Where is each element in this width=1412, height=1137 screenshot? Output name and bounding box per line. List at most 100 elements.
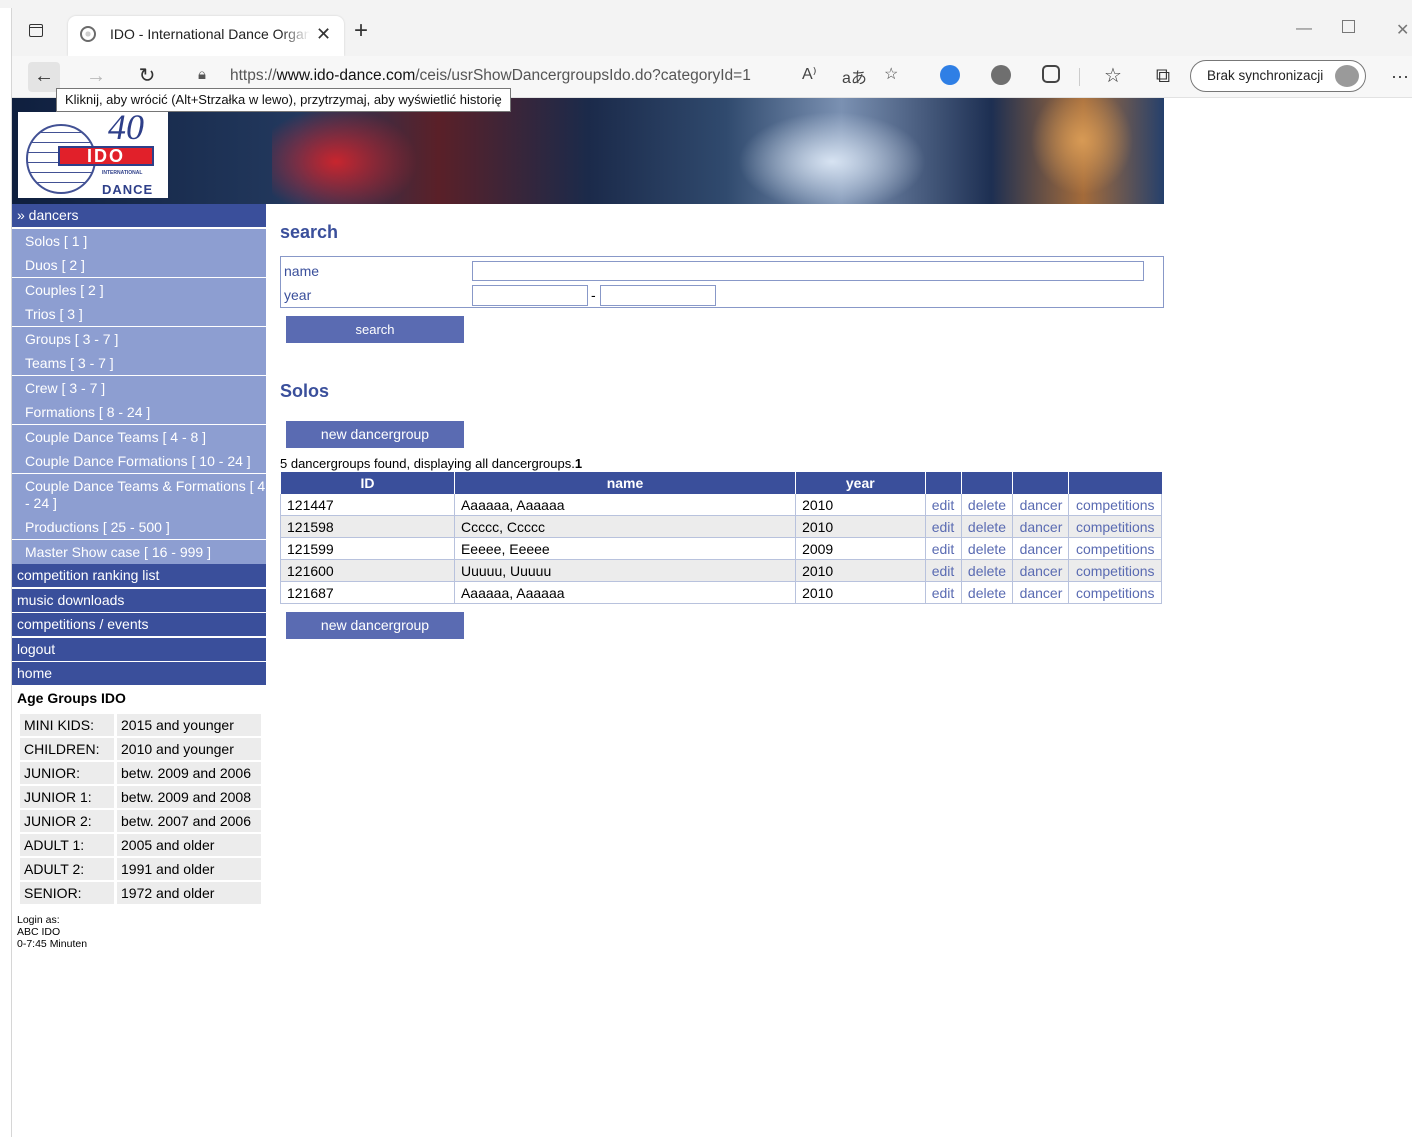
nav-competitions-events[interactable]: competitions / events: [12, 613, 266, 636]
nav-sub-teams[interactable]: Teams [ 3 - 7 ]: [12, 351, 266, 375]
maximize-icon[interactable]: [1342, 20, 1355, 38]
nav-sub-trios[interactable]: Trios [ 3 ]: [12, 302, 266, 326]
name-label: name: [284, 263, 320, 279]
avatar-icon: [1335, 65, 1359, 87]
name-input[interactable]: [472, 261, 1144, 281]
session-time: 0-7:45 Minuten: [17, 937, 88, 950]
column-header-year[interactable]: year: [795, 472, 926, 494]
year-from-input[interactable]: [472, 285, 588, 306]
table-row: 121447 Aaaaaa, Aaaaaa 2010 edit delete d…: [280, 494, 1162, 516]
competitions-link[interactable]: competitions: [1068, 494, 1162, 516]
extensions-puzzle-icon[interactable]: [1042, 65, 1060, 83]
extension-icon[interactable]: [991, 65, 1011, 85]
nav-sub-couple-dance-teams[interactable]: Couple Dance Teams [ 4 - 8 ]: [12, 424, 266, 449]
year-to-input[interactable]: [600, 285, 716, 306]
edit-link[interactable]: edit: [924, 537, 962, 560]
dancer-link[interactable]: dancer: [1012, 537, 1070, 560]
age-group-range: betw. 2009 and 2008: [117, 785, 261, 808]
nav-sub-couple-dance-teams-formations[interactable]: Couple Dance Teams & Formations [ 4 - 24…: [12, 473, 266, 515]
delete-link[interactable]: delete: [960, 494, 1014, 516]
url-text[interactable]: https://www.ido-dance.com/ceis/usrShowDa…: [230, 67, 751, 85]
age-group-range: 2015 and younger: [117, 713, 261, 736]
nav-sub-productions[interactable]: Productions [ 25 - 500 ]: [12, 515, 266, 539]
competitions-link[interactable]: competitions: [1068, 559, 1162, 582]
header-banner: 40 IDO INTERNATIONAL DANCE: [12, 98, 1164, 204]
collections-icon[interactable]: ⧉: [1147, 62, 1179, 92]
competitions-link[interactable]: competitions: [1068, 515, 1162, 538]
dancer-link[interactable]: dancer: [1012, 581, 1070, 604]
age-group-name: JUNIOR:: [20, 761, 114, 784]
search-title: search: [280, 222, 339, 242]
login-user: ABC IDO: [17, 925, 61, 938]
nav-logout[interactable]: logout: [12, 637, 266, 661]
column-header-competitions: [1068, 472, 1162, 494]
dancer-link[interactable]: dancer: [1012, 515, 1070, 538]
age-group-range: 2010 and younger: [117, 737, 261, 760]
dancer-link[interactable]: dancer: [1012, 559, 1070, 582]
nav-sub-master-show-case[interactable]: Master Show case [ 16 - 999 ]: [12, 539, 266, 564]
back-tooltip: Kliknij, aby wrócić (Alt+Strzałka w lewo…: [56, 88, 511, 112]
age-group-row: JUNIOR: betw. 2009 and 2006: [20, 761, 261, 784]
competitions-link[interactable]: competitions: [1068, 581, 1162, 604]
nav-sub-crew[interactable]: Crew [ 3 - 7 ]: [12, 375, 266, 400]
new-dancergroup-button[interactable]: new dancergroup: [286, 612, 464, 639]
login-info: Login as: ABC IDO 0-7:45 Minuten: [12, 906, 266, 950]
nav-sub-couples[interactable]: Couples [ 2 ]: [12, 277, 266, 302]
competitions-link[interactable]: competitions: [1068, 537, 1162, 560]
search-button[interactable]: search: [286, 316, 464, 343]
read-aloud-icon[interactable]: A⁾: [802, 64, 817, 84]
column-header-name[interactable]: name: [453, 472, 796, 494]
nav-sub-duos[interactable]: Duos [ 2 ]: [12, 253, 266, 277]
page-number[interactable]: 1: [575, 456, 582, 471]
tab-close-icon[interactable]: ✕: [316, 24, 331, 45]
age-group-name: ADULT 2:: [20, 857, 114, 880]
edit-link[interactable]: edit: [924, 494, 962, 516]
delete-link[interactable]: delete: [960, 559, 1014, 582]
column-header-dancer: [1012, 472, 1069, 494]
more-menu-icon[interactable]: ···: [1384, 62, 1412, 92]
edit-link[interactable]: edit: [924, 515, 962, 538]
row-year: 2010: [795, 559, 926, 582]
lock-icon[interactable]: 🔒︎: [198, 66, 206, 83]
delete-link[interactable]: delete: [960, 581, 1014, 604]
new-dancergroup-button[interactable]: new dancergroup: [286, 421, 464, 448]
nav-home[interactable]: home: [12, 662, 266, 685]
translate-icon[interactable]: aあ: [842, 64, 867, 88]
tab-actions-icon[interactable]: [26, 20, 48, 42]
age-groups-table: MINI KIDS: 2015 and younger CHILDREN: 2010…: [17, 712, 264, 906]
age-group-name: SENIOR:: [20, 881, 114, 904]
section-title: Solos: [280, 381, 330, 401]
dancer-link[interactable]: dancer: [1012, 494, 1070, 516]
new-tab-button[interactable]: +: [354, 19, 368, 43]
row-year: 2010: [795, 515, 926, 538]
nav-sub-formations[interactable]: Formations [ 8 - 24 ]: [12, 400, 266, 424]
site-favicon-icon: [80, 26, 96, 42]
nav-sub-couple-dance-formations[interactable]: Couple Dance Formations [ 10 - 24 ]: [12, 449, 266, 473]
delete-link[interactable]: delete: [960, 515, 1014, 538]
nav-dancers[interactable]: » dancers: [12, 204, 266, 227]
age-group-row: MINI KIDS: 2015 and younger: [20, 713, 261, 736]
delete-link[interactable]: delete: [960, 537, 1014, 560]
table-row: 121687 Aaaaaa, Aaaaaa 2010 edit delete d…: [280, 581, 1162, 604]
banner-dancer-image: [272, 98, 432, 204]
ido-logo[interactable]: 40 IDO INTERNATIONAL DANCE: [18, 107, 168, 198]
row-year: 2010: [795, 581, 926, 604]
edit-link[interactable]: edit: [924, 559, 962, 582]
window-close-icon[interactable]: ✕: [1396, 20, 1409, 40]
minimize-icon[interactable]: —: [1296, 20, 1312, 38]
edit-link[interactable]: edit: [924, 581, 962, 604]
column-header-id[interactable]: ID: [280, 472, 455, 494]
profile-sync-button[interactable]: Brak synchronizacji: [1190, 60, 1366, 92]
add-favorite-icon[interactable]: ☆: [884, 64, 898, 84]
nav-music-downloads[interactable]: music downloads: [12, 588, 266, 612]
extension-icon[interactable]: [940, 65, 960, 85]
age-group-range: 1972 and older: [117, 881, 261, 904]
age-group-range: betw. 2009 and 2006: [117, 761, 261, 784]
favorites-icon[interactable]: ☆: [1097, 62, 1129, 92]
age-group-row: ADULT 1: 2005 and older: [20, 833, 261, 856]
nav-competition-ranking-list[interactable]: competition ranking list: [12, 564, 266, 587]
browser-tab[interactable]: IDO - International Dance Organization ✕: [68, 16, 344, 56]
nav-sub-solos[interactable]: Solos [ 1 ]: [12, 228, 266, 253]
nav-sub-groups[interactable]: Groups [ 3 - 7 ]: [12, 326, 266, 351]
search-form: name year -: [280, 256, 1164, 308]
